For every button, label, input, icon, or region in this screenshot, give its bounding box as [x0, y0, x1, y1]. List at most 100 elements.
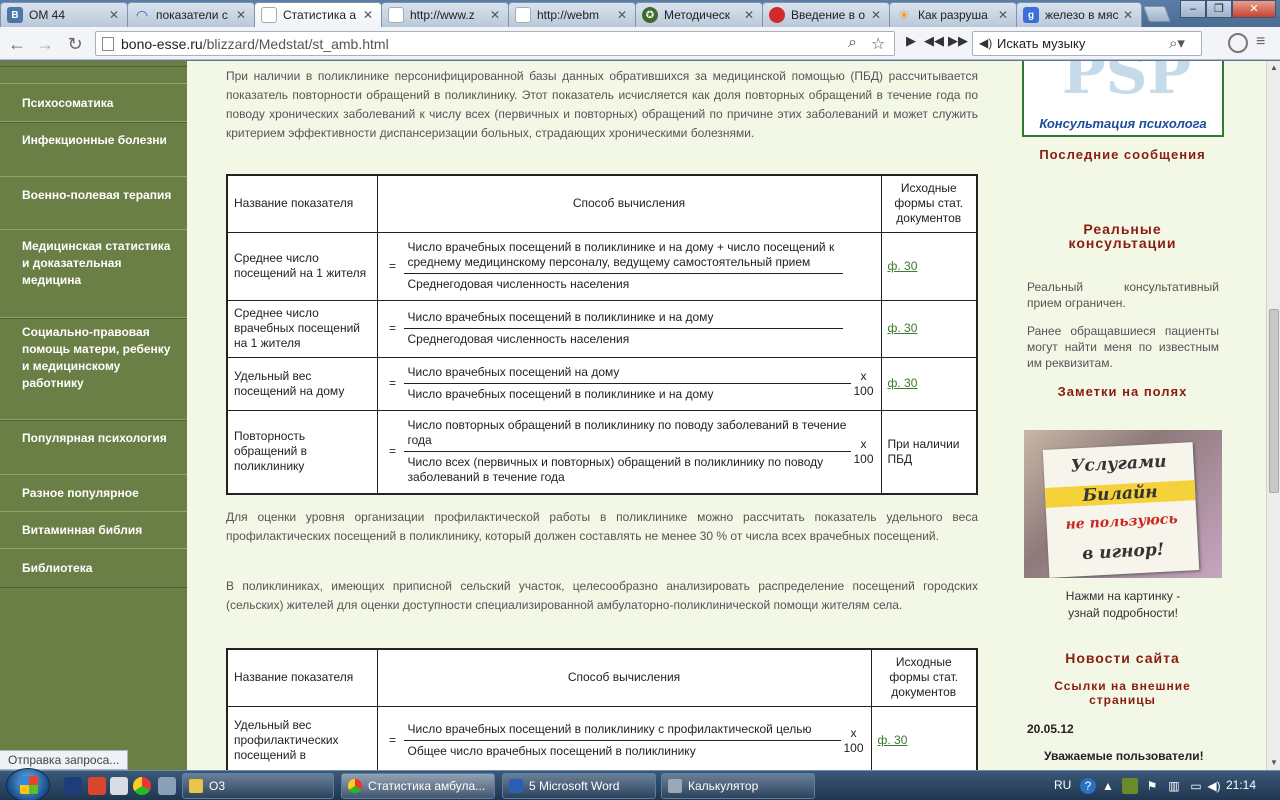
table-row: Повторность обращений в поликлинику = Чи…	[226, 409, 978, 495]
numerator: Число повторных обращений в поликлинику …	[403, 416, 851, 453]
chrome-quicklaunch-icon[interactable]	[133, 777, 151, 795]
taskbar-folder-o3[interactable]: О3	[182, 773, 334, 799]
powerpoint-icon[interactable]	[88, 777, 106, 795]
form-link[interactable]: ф. 30	[878, 733, 908, 747]
wrench-menu-icon[interactable]: ≡	[1256, 33, 1265, 51]
site-news-heading[interactable]: Новости сайта	[1000, 651, 1245, 665]
form-link[interactable]: ф. 30	[888, 321, 918, 335]
equals-sign: =	[388, 733, 396, 748]
close-icon[interactable]: ✕	[234, 8, 248, 22]
close-icon[interactable]: ✕	[615, 8, 629, 22]
vk-icon: В	[7, 7, 23, 23]
tab-introduction[interactable]: Введение в о ✕	[762, 2, 890, 27]
forward-arrow-icon[interactable]: →	[34, 33, 56, 55]
help-icon[interactable]: ?	[1080, 778, 1096, 794]
tray-expand-icon[interactable]: ▲	[1100, 778, 1116, 794]
close-icon[interactable]: ✕	[996, 8, 1010, 22]
fraction: Число врачебных посещений в поликлинику …	[403, 720, 841, 761]
sun-icon: ☀	[897, 6, 911, 23]
close-icon[interactable]: ✕	[361, 8, 375, 22]
tab-label: ОМ 44	[29, 8, 66, 22]
show-desktop-icon[interactable]	[158, 777, 176, 795]
close-icon[interactable]: ✕	[488, 8, 502, 22]
language-indicator[interactable]: RU	[1054, 778, 1071, 792]
close-icon[interactable]: ✕	[869, 8, 883, 22]
battery-icon[interactable]: ▭	[1188, 778, 1204, 794]
sidebar-item-military-therapy[interactable]: Военно-полевая терапия	[0, 176, 187, 230]
sidebar-item-popular-psychology[interactable]: Популярная психология	[0, 419, 187, 475]
next-track-icon[interactable]: ▶▶	[948, 33, 968, 49]
taskbar-label: 5 Microsoft Word	[529, 779, 620, 793]
consult-text-2: Ранее обращавшиеся пациенты могут найти …	[1027, 324, 1219, 370]
search-icon[interactable]: ⌕▾	[1169, 34, 1185, 52]
sidebar-item-vitamin-bible[interactable]: Витаминная библия	[0, 511, 187, 549]
vertical-scrollbar[interactable]: ▲ ▼	[1266, 61, 1280, 770]
reload-icon[interactable]: ↻	[64, 33, 86, 55]
sidebar-item-misc-popular[interactable]: Разное популярное	[0, 474, 187, 512]
numerator: Число врачебных посещений в поликлинике …	[403, 308, 843, 329]
flag-icon[interactable]: ⚑	[1144, 778, 1160, 794]
tray-app-icon[interactable]	[1122, 778, 1138, 794]
url-text[interactable]: bono-esse.ru/blizzard/Medstat/st_amb.htm…	[121, 36, 389, 52]
play-icon[interactable]: ▶	[906, 33, 916, 49]
sidebar-item-social-legal[interactable]: Социально-правовая помощь матери, ребенк…	[0, 317, 187, 421]
tab-http-webm[interactable]: http://webm ✕	[508, 2, 636, 27]
denominator: Число всех (первичных и повторных) обращ…	[407, 455, 824, 485]
extension-icon[interactable]	[1228, 33, 1248, 53]
tab-statistics-active[interactable]: Статистика а ✕	[254, 2, 382, 27]
form-link[interactable]: ф. 30	[888, 376, 918, 390]
scroll-thumb[interactable]	[1269, 309, 1279, 493]
tab-indicators[interactable]: ◠ показатели с ✕	[127, 2, 255, 27]
rural-paragraph: В поликлиниках, имеющих приписной сельск…	[226, 579, 978, 612]
close-window-button[interactable]: ✕	[1232, 0, 1276, 18]
start-button[interactable]	[6, 768, 50, 800]
maximize-button[interactable]: ❐	[1206, 0, 1232, 18]
sidebar-item-psychosomatics[interactable]: Психосоматика	[0, 83, 187, 123]
bookmark-star-icon[interactable]: ☆	[871, 34, 885, 54]
close-icon[interactable]: ✕	[1121, 8, 1135, 22]
close-icon[interactable]: ✕	[742, 8, 756, 22]
fraction: Число повторных обращений в поликлинику …	[403, 416, 851, 487]
clock[interactable]: 21:14	[1226, 778, 1256, 792]
back-arrow-icon[interactable]: ←	[6, 33, 28, 55]
zoom-icon[interactable]: ⌕	[848, 34, 857, 52]
profilactic-paragraph: Для оценки уровня организации профилакти…	[226, 510, 978, 543]
network-icon[interactable]: ▥	[1166, 778, 1182, 794]
tab-label: http://www.z	[410, 8, 475, 22]
sidebar-item-library[interactable]: Библиотека	[0, 548, 187, 588]
tab-iron-meat[interactable]: g железо в мяс ✕	[1016, 2, 1142, 27]
real-consultations-heading: Реальные консультации	[1068, 221, 1177, 251]
taskbar-chrome-statistics[interactable]: Статистика амбула...	[341, 773, 495, 799]
form-link[interactable]: ф. 30	[888, 259, 918, 273]
header-indicator-name: Название показателя	[226, 174, 378, 233]
calculator-quicklaunch-icon[interactable]	[110, 777, 128, 795]
sidebar-item-infectious[interactable]: Инфекционные болезни	[0, 121, 187, 177]
tab-how-destroy[interactable]: ☀ Как разруша ✕	[889, 2, 1017, 27]
tab-methodical[interactable]: ✪ Методическ ✕	[635, 2, 763, 27]
photoshop-icon[interactable]	[64, 777, 82, 795]
ad-line: в игнор!	[1081, 539, 1165, 565]
address-bar[interactable]: bono-esse.ru/blizzard/Medstat/st_amb.htm…	[95, 31, 895, 56]
url-path: /blizzard/Medstat/st_amb.html	[202, 36, 389, 52]
previous-track-icon[interactable]: ◀◀	[924, 33, 944, 49]
tab-label: Статистика а	[283, 8, 357, 22]
volume-icon[interactable]: ◀)	[1206, 778, 1222, 794]
music-search-input[interactable]: ◀) Искать музыку ⌕▾	[972, 31, 1202, 56]
taskbar-calculator[interactable]: Калькулятор	[661, 773, 815, 799]
page-icon	[388, 7, 404, 23]
scroll-down-arrow-icon[interactable]: ▼	[1267, 756, 1280, 770]
minimize-button[interactable]: –	[1180, 0, 1206, 18]
tab-om44[interactable]: В ОМ 44 ✕	[0, 2, 128, 27]
beeline-ad-image[interactable]: Услугами Билайн не пользуюсь в игнор!	[1024, 430, 1222, 578]
news-date: 20.05.12	[1027, 722, 1074, 736]
close-icon[interactable]: ✕	[107, 8, 121, 22]
ad-line: не пользуюсь	[1065, 511, 1179, 533]
taskbar-word[interactable]: 5 Microsoft Word	[502, 773, 656, 799]
psychologist-banner[interactable]: PSP Консультация психолога	[1022, 61, 1224, 137]
latest-messages-heading[interactable]: Последние сообщения	[1000, 148, 1245, 162]
sidebar-item-medical-statistics[interactable]: Медицинская статистика и доказательная м…	[0, 229, 187, 319]
scroll-up-arrow-icon[interactable]: ▲	[1267, 61, 1280, 75]
external-links-heading[interactable]: Ссылки на внешние страницы	[1040, 679, 1205, 707]
tab-http-z[interactable]: http://www.z ✕	[381, 2, 509, 27]
new-tab-button[interactable]	[1143, 6, 1171, 22]
